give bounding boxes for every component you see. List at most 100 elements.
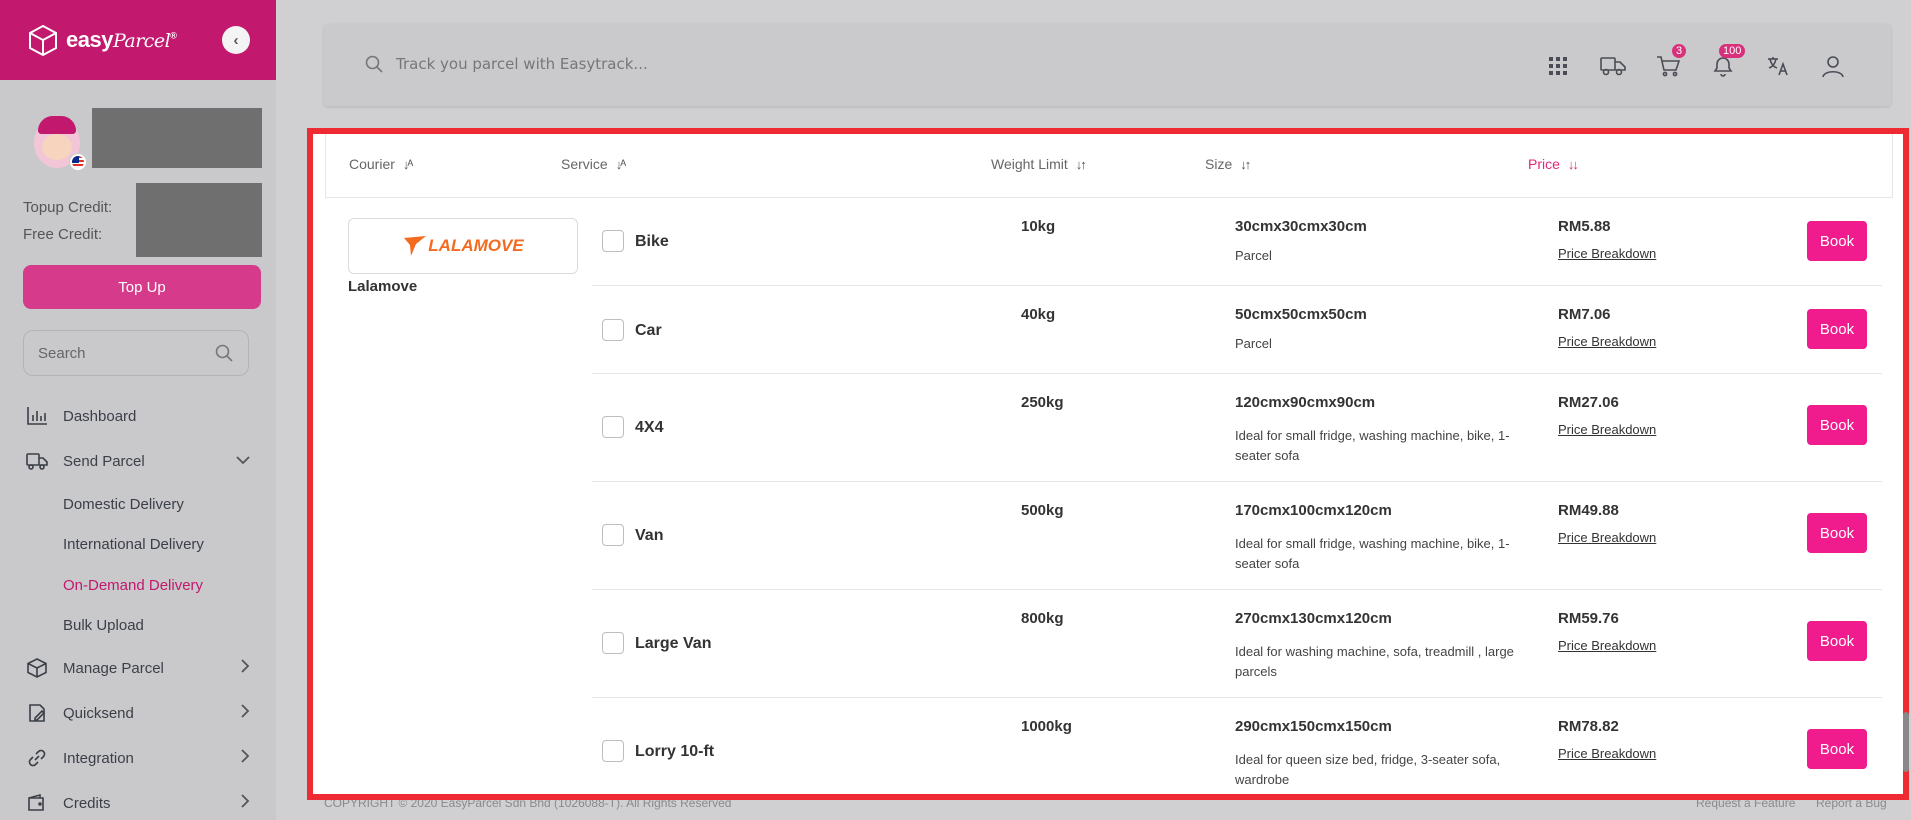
size-dimensions: 30cmx30cmx30cm: [1235, 218, 1367, 235]
sidebar-item-dashboard[interactable]: Dashboard: [26, 405, 250, 427]
book-button[interactable]: Book: [1807, 221, 1867, 261]
sidebar-item-send-parcel[interactable]: Send Parcel: [26, 450, 250, 472]
price-value: RM7.06: [1558, 306, 1611, 323]
size-description: Ideal for washing machine, sofa, treadmi…: [1235, 644, 1514, 679]
price-breakdown-link[interactable]: Price Breakdown: [1558, 746, 1656, 761]
box-icon: [26, 657, 48, 679]
table-row: Van 500kg 170cmx100cmx120cm Ideal for sm…: [592, 482, 1882, 590]
size-dimensions: 50cmx50cmx50cm: [1235, 306, 1367, 323]
size-dimensions: 170cmx100cmx120cm: [1235, 502, 1392, 519]
sidebar-item-integration[interactable]: Integration: [26, 747, 250, 769]
table-row: Large Van 800kg 270cmx130cmx120cm Ideal …: [592, 590, 1882, 698]
chevron-right-icon: [240, 748, 250, 768]
table-row: Lorry 10-ft 1000kg 290cmx150cmx150cm Ide…: [592, 698, 1882, 794]
price-value: RM59.76: [1558, 610, 1619, 627]
sidebar-item-domestic-delivery[interactable]: Domestic Delivery: [63, 496, 184, 513]
chevron-right-icon: [240, 793, 250, 813]
service-name: Large Van: [635, 635, 712, 652]
price-breakdown-link[interactable]: Price Breakdown: [1558, 530, 1656, 545]
weight-limit: 250kg: [1021, 394, 1064, 411]
size-description: Parcel: [1235, 336, 1272, 351]
weight-limit: 10kg: [1021, 218, 1056, 235]
table-row: Car 40kg 50cmx50cmx50cm Parcel RM7.06 Pr…: [592, 286, 1882, 374]
select-service-checkbox[interactable]: [602, 632, 624, 654]
notification-bell-icon[interactable]: 100: [1709, 44, 1746, 80]
cart-count-badge: 3: [1672, 44, 1687, 58]
free-credit-label: Free Credit:: [23, 226, 103, 243]
book-button[interactable]: Book: [1807, 513, 1867, 553]
link-icon: [26, 747, 48, 769]
select-service-checkbox[interactable]: [602, 524, 624, 546]
sort-size-header[interactable]: Size ↓↑: [1205, 156, 1251, 172]
price-breakdown-link[interactable]: Price Breakdown: [1558, 246, 1656, 261]
sidebar-item-on-demand-delivery[interactable]: On-Demand Delivery: [63, 577, 203, 594]
select-service-checkbox[interactable]: [602, 740, 624, 762]
service-name: Van: [635, 527, 664, 544]
sort-active-icon: ↓↓: [1567, 156, 1579, 172]
size-description: Ideal for small fridge, washing machine,…: [1235, 428, 1510, 463]
country-flag-icon: [70, 154, 86, 170]
weight-limit: 500kg: [1021, 502, 1064, 519]
sidebar-item-international-delivery[interactable]: International Delivery: [63, 536, 204, 553]
size-description: Parcel: [1235, 248, 1272, 263]
sidebar: easyParcel® ‹ Topup Credit: Free Credit:…: [0, 0, 276, 820]
box-logo-icon: [29, 24, 57, 57]
price-value: RM78.82: [1558, 718, 1619, 735]
book-button[interactable]: Book: [1807, 309, 1867, 349]
sidebar-item-quicksend[interactable]: Quicksend: [26, 702, 250, 724]
book-button[interactable]: Book: [1807, 729, 1867, 769]
avatar[interactable]: [30, 112, 88, 172]
search-icon: [215, 344, 233, 362]
sidebar-item-manage-parcel[interactable]: Manage Parcel: [26, 657, 250, 679]
courier-logo-card: LALAMOVE: [348, 218, 578, 274]
translate-icon[interactable]: [1764, 52, 1792, 80]
table-header: Courier ↓ᴬ Service ↓ᴬ Weight Limit ↓↑ Size ↓…: [325, 134, 1893, 198]
service-name: Lorry 10-ft: [635, 743, 715, 760]
delivery-truck-icon[interactable]: [1599, 52, 1627, 80]
sort-alpha-icon: ↓ᴬ: [402, 156, 413, 172]
select-service-checkbox[interactable]: [602, 319, 624, 341]
edit-icon: [26, 702, 48, 724]
sidebar-item-bulk-upload[interactable]: Bulk Upload: [63, 617, 144, 634]
chevron-right-icon: [240, 658, 250, 678]
chevron-right-icon: [240, 703, 250, 723]
book-button[interactable]: Book: [1807, 621, 1867, 661]
collapse-sidebar-button[interactable]: ‹: [222, 26, 250, 54]
courier-results-panel: Courier ↓ᴬ Service ↓ᴬ Weight Limit ↓↑ Size ↓…: [313, 134, 1903, 794]
price-breakdown-link[interactable]: Price Breakdown: [1558, 638, 1656, 653]
user-profile-icon[interactable]: [1819, 52, 1847, 80]
price-value: RM27.06: [1558, 394, 1619, 411]
brand-logo[interactable]: easyParcel®: [66, 27, 177, 53]
price-value: RM5.88: [1558, 218, 1611, 235]
sort-price-header[interactable]: Price ↓↓: [1528, 156, 1579, 172]
service-name: Car: [635, 322, 662, 339]
chevron-down-icon: [236, 452, 250, 470]
sidebar-item-credits[interactable]: Credits: [26, 792, 250, 814]
cart-icon[interactable]: 3: [1654, 44, 1687, 80]
price-breakdown-link[interactable]: Price Breakdown: [1558, 334, 1656, 349]
price-breakdown-link[interactable]: Price Breakdown: [1558, 422, 1656, 437]
redacted-credit-values: [136, 183, 262, 257]
select-service-checkbox[interactable]: [602, 416, 624, 438]
book-button[interactable]: Book: [1807, 405, 1867, 445]
size-description: Ideal for queen size bed, fridge, 3-seat…: [1235, 752, 1501, 787]
scrollbar-thumb[interactable]: [1903, 712, 1909, 772]
chevron-left-icon: ‹: [233, 31, 239, 49]
size-dimensions: 120cmx90cmx90cm: [1235, 394, 1376, 411]
redacted-username: [92, 108, 262, 168]
sidebar-search-input[interactable]: Search: [23, 330, 249, 376]
weight-limit: 800kg: [1021, 610, 1064, 627]
search-icon: [365, 55, 383, 73]
lalamove-bird-icon: [404, 236, 427, 256]
select-service-checkbox[interactable]: [602, 230, 624, 252]
topup-credit-label: Topup Credit:: [23, 199, 113, 216]
top-up-button[interactable]: Top Up: [23, 265, 261, 309]
sort-courier-header[interactable]: Courier ↓ᴬ: [349, 156, 413, 172]
apps-grid-icon[interactable]: [1544, 52, 1572, 80]
track-parcel-search-input[interactable]: Track you parcel with Easytrack...: [364, 54, 648, 74]
sort-service-header[interactable]: Service ↓ᴬ: [561, 156, 626, 172]
bar-chart-icon: [26, 405, 48, 427]
sort-weight-header[interactable]: Weight Limit ↓↑: [991, 156, 1087, 172]
service-name: 4X4: [635, 419, 664, 436]
table-row: Bike 10kg 30cmx30cmx30cm Parcel RM5.88 P…: [592, 198, 1882, 286]
